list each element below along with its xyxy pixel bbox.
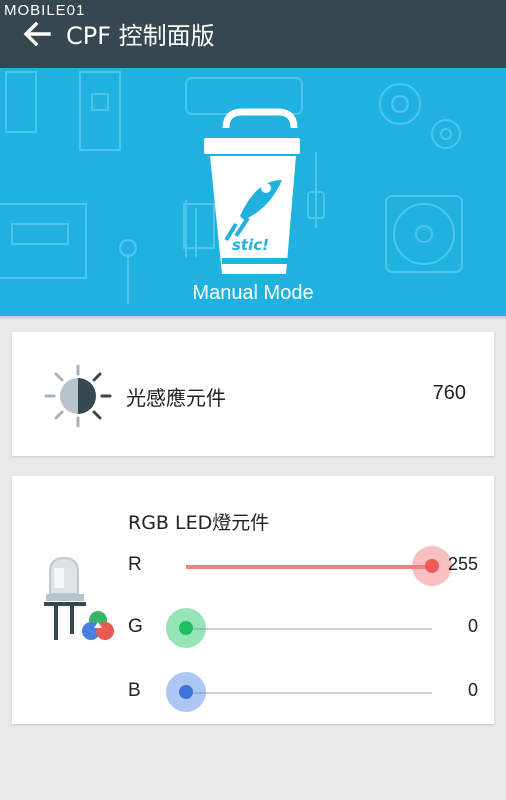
blue-slider[interactable]: [166, 672, 432, 712]
red-channel-row: R 255: [128, 546, 478, 586]
red-slider-fill: [186, 565, 432, 569]
blue-channel-label: B: [128, 680, 141, 701]
hero-banner: stic! Manual Mode: [0, 68, 506, 316]
blue-channel-row: B 0: [128, 672, 478, 712]
green-slider-thumb-dot: [179, 621, 193, 635]
light-sensor-icon: [44, 364, 112, 428]
green-slider[interactable]: [166, 608, 432, 648]
red-channel-label: R: [128, 554, 142, 575]
rgb-led-card: RGB LED燈元件 R 255 G 0 B 0: [12, 476, 494, 724]
mode-label: Manual Mode: [192, 282, 314, 304]
green-slider-thumb[interactable]: [166, 608, 206, 648]
light-sensor-label: 光感應元件: [126, 386, 226, 410]
hero-shadow: [0, 316, 506, 320]
red-slider-thumb[interactable]: [412, 546, 452, 586]
blue-slider-thumb-dot: [179, 685, 193, 699]
circuit-background-illustration: stic!: [0, 71, 463, 304]
green-channel-row: G 0: [128, 608, 478, 648]
green-channel-value: 0: [467, 616, 478, 636]
red-channel-value: 255: [447, 554, 478, 574]
light-sensor-card: 光感應元件 760: [12, 332, 494, 456]
app-bar: MOBILE01 CPF 控制面版: [0, 0, 506, 68]
blue-slider-thumb[interactable]: [166, 672, 206, 712]
page-title: CPF 控制面版: [66, 22, 215, 50]
back-arrow-icon: [23, 21, 51, 47]
light-sensor-value: 760: [432, 382, 466, 404]
green-channel-label: G: [128, 616, 143, 637]
rgb-led-title: RGB LED燈元件: [128, 512, 270, 534]
red-slider[interactable]: [186, 546, 452, 586]
led-bulb-icon: [44, 556, 114, 640]
svg-text:stic!: stic!: [232, 236, 269, 254]
blue-channel-value: 0: [467, 680, 478, 700]
cup-logo-icon: stic!: [204, 108, 300, 274]
back-button[interactable]: [14, 14, 60, 54]
red-slider-thumb-dot: [425, 559, 439, 573]
